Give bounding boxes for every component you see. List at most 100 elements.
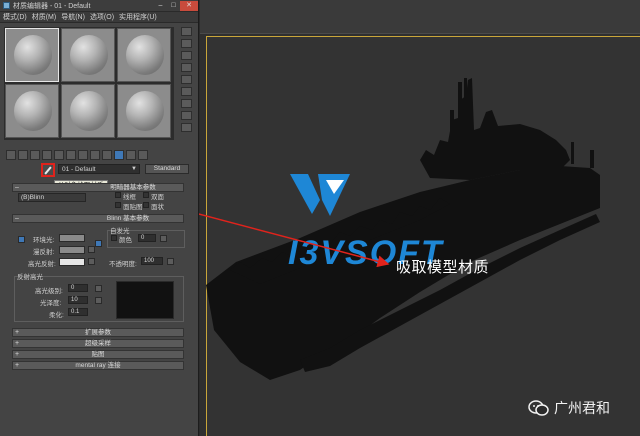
- two-sided-checkbox[interactable]: [143, 192, 149, 198]
- rollout-title: Blinn 基本参数: [106, 215, 150, 222]
- sample-slot[interactable]: [61, 84, 115, 138]
- menu-mode[interactable]: 模式(D): [3, 12, 27, 22]
- sample-slot[interactable]: [117, 28, 171, 82]
- specular-level-spinner[interactable]: 0: [68, 284, 88, 292]
- background-icon[interactable]: [181, 51, 192, 60]
- sample-type-icon[interactable]: [181, 27, 192, 36]
- make-unique-icon[interactable]: [66, 150, 76, 160]
- get-material-icon[interactable]: [6, 150, 16, 160]
- rollout-extended-parameters[interactable]: + 扩展参数: [12, 328, 184, 337]
- face-map-label: 面贴图: [123, 204, 143, 211]
- shader-type-value: (B)Blinn: [21, 194, 45, 201]
- minimize-button[interactable]: –: [154, 1, 167, 11]
- go-to-parent-icon[interactable]: [126, 150, 136, 160]
- sample-slot[interactable]: [5, 28, 59, 82]
- diffuse-map-button[interactable]: [88, 246, 95, 253]
- diffuse-color-swatch[interactable]: [59, 246, 85, 254]
- material-name-field[interactable]: 01 - Default ▼: [58, 164, 140, 174]
- soften-value: 0.1: [71, 309, 80, 315]
- expand-icon: +: [15, 362, 20, 369]
- glossiness-label: 光泽度:: [40, 300, 62, 307]
- specular-color-swatch[interactable]: [59, 258, 85, 266]
- material-navigator-icon[interactable]: [181, 123, 192, 132]
- rollout-maps[interactable]: + 贴图: [12, 350, 184, 359]
- soften-spinner[interactable]: 0.1: [68, 308, 88, 316]
- face-map-checkbox[interactable]: [115, 202, 121, 208]
- material-editor-window[interactable]: 材质编辑器 - 01 - Default – □ ✕ 模式(D) 材质(M) 导…: [0, 0, 199, 436]
- self-illum-color-checkbox[interactable]: [111, 235, 117, 241]
- i3vsoft-logo-icon: [290, 174, 350, 216]
- show-map-icon[interactable]: [102, 150, 112, 160]
- wireframe-label: 线框: [123, 194, 136, 201]
- lock-diffuse-specular-button[interactable]: [95, 240, 102, 247]
- maximize-button[interactable]: □: [167, 1, 180, 11]
- show-end-result-icon[interactable]: [114, 150, 124, 160]
- material-sphere: [126, 35, 164, 75]
- go-forward-icon[interactable]: [138, 150, 148, 160]
- assign-to-selection-icon[interactable]: [30, 150, 40, 160]
- self-illum-value: 0: [141, 235, 145, 241]
- side-toolbar: [181, 27, 193, 132]
- shader-type-select[interactable]: (B)Blinn: [18, 193, 86, 202]
- sample-slots: [4, 27, 174, 140]
- material-sphere: [70, 35, 108, 75]
- uv-tiling-icon[interactable]: [181, 63, 192, 72]
- annotation-label: 吸取模型材质: [396, 258, 490, 276]
- backlight-icon[interactable]: [181, 39, 192, 48]
- self-illum-spinner[interactable]: 0: [138, 234, 156, 242]
- window-title: 材质编辑器 - 01 - Default: [13, 2, 91, 10]
- ambient-color-swatch[interactable]: [59, 234, 85, 242]
- sample-slot[interactable]: [5, 84, 59, 138]
- menu-utilities[interactable]: 实用程序(U): [119, 12, 157, 22]
- glossiness-map-button[interactable]: [95, 297, 102, 304]
- title-bar[interactable]: 材质编辑器 - 01 - Default – □ ✕: [0, 0, 198, 12]
- specular-level-value: 0: [71, 285, 75, 291]
- expand-icon: +: [15, 329, 20, 336]
- opacity-label: 不透明度:: [109, 261, 137, 268]
- rollout-title: 明暗器基本参数: [110, 184, 156, 191]
- menu-options[interactable]: 选项(O): [90, 12, 114, 22]
- material-sphere: [126, 91, 164, 131]
- faceted-checkbox[interactable]: [143, 202, 149, 208]
- put-to-library-icon[interactable]: [78, 150, 88, 160]
- video-color-check-icon[interactable]: [181, 75, 192, 84]
- specular-label: 高光反射:: [28, 261, 56, 268]
- specular-level-map-button[interactable]: [95, 285, 102, 292]
- collapse-icon: –: [15, 215, 19, 222]
- rollout-supersampling[interactable]: + 超级采样: [12, 339, 184, 348]
- make-preview-icon[interactable]: [181, 87, 192, 96]
- self-illum-map-button[interactable]: [160, 235, 167, 242]
- opacity-value: 100: [144, 258, 155, 264]
- menu-material[interactable]: 材质(M): [32, 12, 57, 22]
- soften-label: 柔化:: [49, 312, 64, 319]
- sample-slot[interactable]: [61, 28, 115, 82]
- sample-slot[interactable]: [117, 84, 171, 138]
- make-copy-icon[interactable]: [54, 150, 64, 160]
- select-by-material-icon[interactable]: [181, 111, 192, 120]
- options-icon[interactable]: [181, 99, 192, 108]
- glossiness-spinner[interactable]: 10: [68, 296, 88, 304]
- close-button[interactable]: ✕: [180, 0, 198, 11]
- expand-icon: +: [15, 340, 20, 347]
- material-id-icon[interactable]: [90, 150, 100, 160]
- menu-navigation[interactable]: 导航(N): [61, 12, 85, 22]
- wireframe-checkbox[interactable]: [115, 192, 121, 198]
- lock-ambient-diffuse-button[interactable]: [18, 236, 25, 243]
- rollout-title: 扩展参数: [85, 329, 111, 336]
- faceted-label: 面状: [151, 204, 164, 211]
- watermark-label: 广州君和: [554, 401, 610, 417]
- reset-map-icon[interactable]: [42, 150, 52, 160]
- put-to-scene-icon[interactable]: [18, 150, 28, 160]
- material-sphere: [14, 91, 52, 131]
- chevron-down-icon[interactable]: ▼: [130, 165, 138, 173]
- rollout-mental-ray[interactable]: + mental ray 连接: [12, 361, 184, 370]
- rollout-title: mental ray 连接: [75, 362, 121, 369]
- specular-map-button[interactable]: [88, 258, 95, 265]
- pick-material-button[interactable]: [41, 163, 55, 177]
- opacity-spinner[interactable]: 100: [141, 257, 163, 265]
- collapse-icon: –: [15, 184, 19, 191]
- opacity-map-button[interactable]: [167, 258, 174, 265]
- rollout-blinn-basic[interactable]: – Blinn 基本参数: [12, 214, 184, 223]
- material-type-button[interactable]: Standard: [145, 164, 189, 174]
- diffuse-label: 漫反射:: [33, 249, 55, 256]
